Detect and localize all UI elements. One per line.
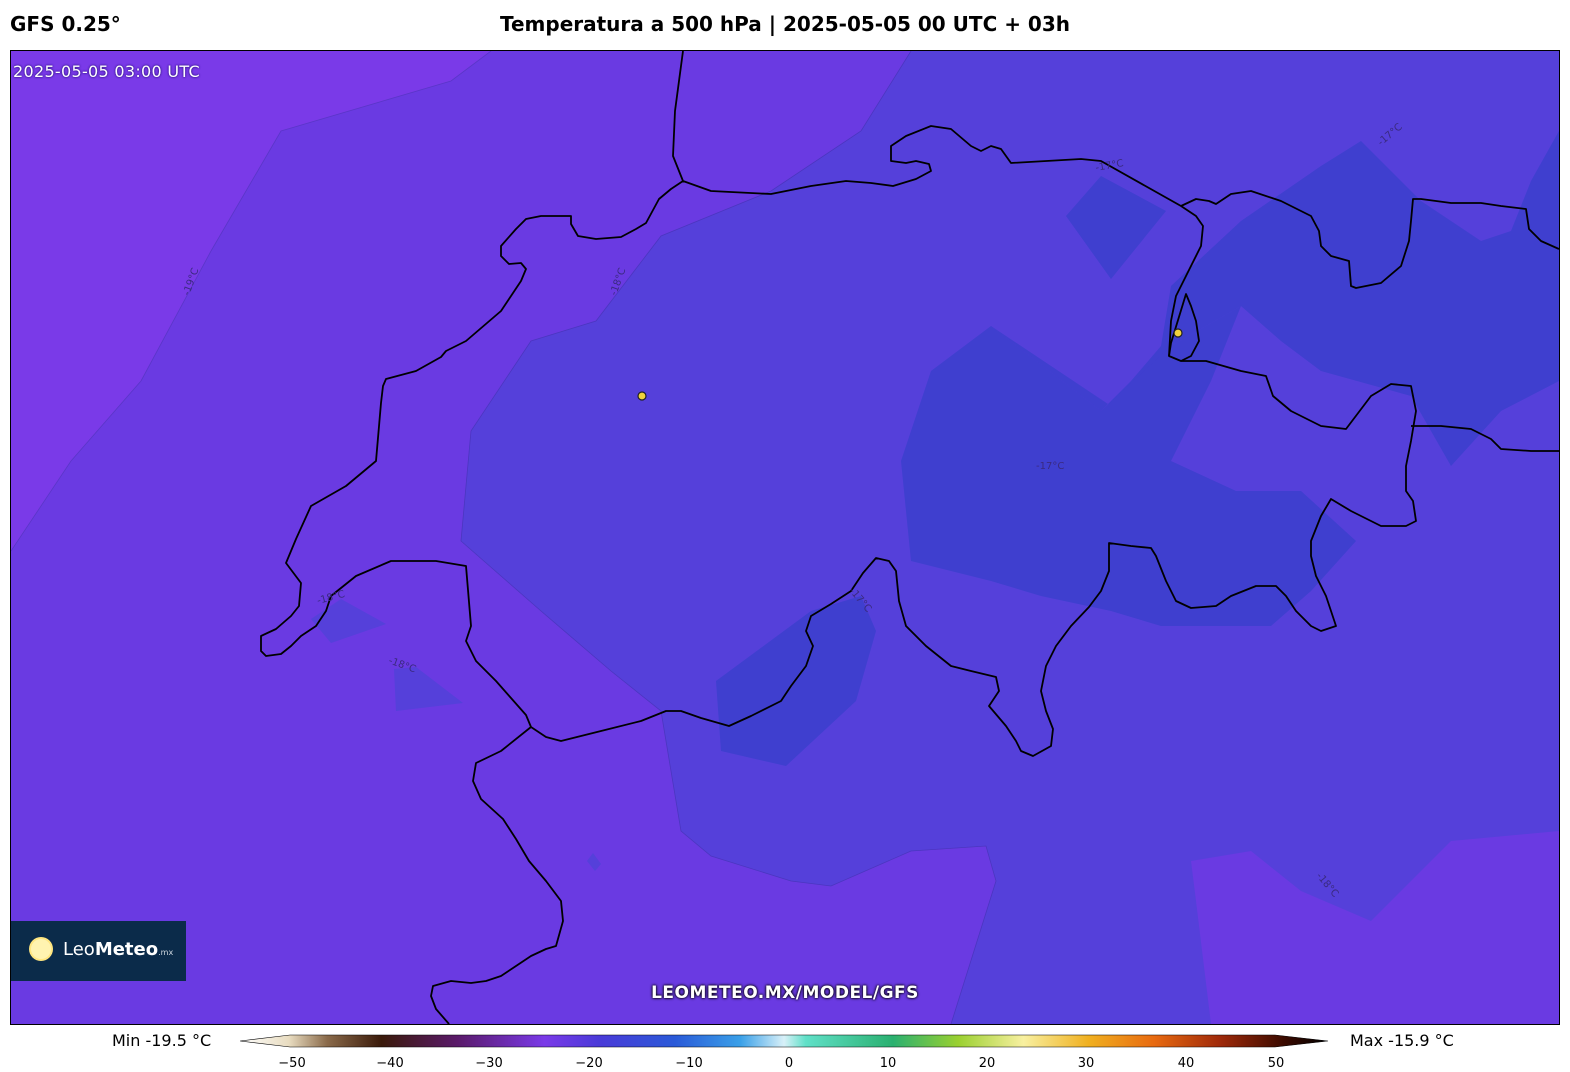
- contour-fill-small-2: [394, 667, 463, 711]
- colorbar-tick: −20: [575, 1056, 603, 1071]
- colorbar-max-label: Max -15.9 °C: [1350, 1031, 1454, 1050]
- colorbar-tick: 40: [1177, 1056, 1195, 1071]
- valid-time-label: 2025-05-05 03:00 UTC: [13, 62, 200, 81]
- map-canvas: -19°C -18°C -17°C -17°C -17°C -18°C -18°…: [11, 51, 1559, 1024]
- leometeo-logo: LeoMeteo.mx: [11, 921, 186, 981]
- colorbar-tick: −50: [278, 1056, 306, 1071]
- colorbar-tick: −30: [475, 1056, 503, 1071]
- contour-fill-minus19: [11, 51, 491, 551]
- colorbar-tick: −10: [675, 1056, 703, 1071]
- contour-fill-small-3: [587, 853, 601, 871]
- colorbar: [240, 1034, 1329, 1048]
- temperature-map[interactable]: -19°C -18°C -17°C -17°C -17°C -18°C -18°…: [10, 50, 1560, 1025]
- map-title: Temperatura a 500 hPa | 2025-05-05 00 UT…: [499, 12, 1070, 36]
- colorbar-min-label: Min -19.5 °C: [112, 1031, 212, 1050]
- website-watermark: LEOMETEO.MX/MODEL/GFS: [651, 983, 919, 1003]
- colorbar-tick: 10: [879, 1056, 897, 1071]
- colorbar-tick: 50: [1267, 1056, 1285, 1071]
- colorbar-tick: −40: [376, 1056, 404, 1071]
- city-marker: [637, 391, 647, 401]
- logo-text: LeoMeteo.mx: [63, 939, 174, 960]
- city-marker: [1173, 328, 1183, 338]
- colorbar-tick: 30: [1077, 1056, 1095, 1071]
- contour-label: -17°C: [1036, 461, 1064, 472]
- colorbar-tick: 0: [784, 1056, 794, 1071]
- border-line-south: [430, 726, 564, 1024]
- sun-icon: [31, 939, 51, 959]
- colorbar-tick: 20: [978, 1056, 996, 1071]
